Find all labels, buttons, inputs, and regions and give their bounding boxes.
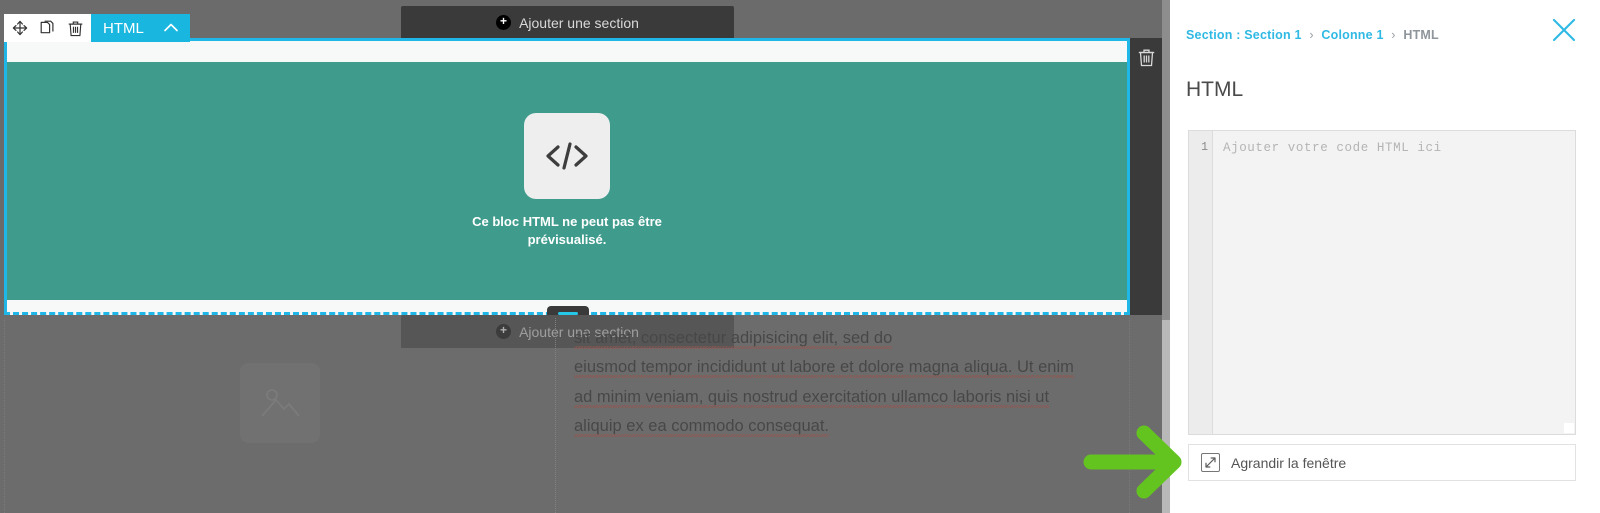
canvas-scrollbar-thumb[interactable]	[1162, 0, 1170, 320]
paragraph-line-text: aliquip ex ea commodo consequat.	[574, 417, 829, 436]
trash-icon[interactable]	[1138, 48, 1155, 72]
settings-panel[interactable]: Section : Section 1 › Colonne 1 › HTML H…	[1170, 0, 1600, 513]
image-column[interactable]	[5, 318, 556, 513]
paragraph-line: eiusmod tempor incididunt ut labore et d…	[574, 353, 1099, 382]
element-toolbar-icons[interactable]	[4, 14, 91, 42]
editor-resize-handle[interactable]	[1564, 423, 1574, 433]
selected-html-section[interactable]: Ce bloc HTML ne peut pas être prévisuali…	[4, 38, 1130, 315]
element-type-tab[interactable]: HTML	[91, 14, 190, 42]
section-action-rail[interactable]	[1130, 38, 1162, 315]
panel-title: HTML	[1186, 78, 1244, 101]
text-column[interactable]: sit amet, consectetur adipisicing elit, …	[556, 318, 1129, 513]
breadcrumb-current: HTML	[1403, 28, 1439, 42]
breadcrumb-section-link[interactable]: Section : Section 1	[1186, 28, 1302, 42]
duplicate-icon[interactable]	[40, 20, 56, 37]
move-icon[interactable]	[12, 20, 28, 36]
expand-icon	[1201, 453, 1220, 472]
html-block-message: Ce bloc HTML ne peut pas être prévisuali…	[472, 214, 662, 247]
image-placeholder-icon	[240, 362, 320, 443]
expand-window-button[interactable]: Agrandir la fenêtre	[1188, 444, 1576, 481]
paragraph-line-text: sit amet, consectetur adipisicing elit, …	[574, 329, 893, 347]
paragraph-line-text: ad minim veniam, quis nostrud exercitati…	[574, 387, 1050, 406]
plus-icon: +	[496, 15, 512, 30]
breadcrumb: Section : Section 1 › Colonne 1 › HTML	[1186, 28, 1439, 42]
html-block[interactable]: Ce bloc HTML ne peut pas être prévisuali…	[7, 62, 1127, 300]
html-code-editor[interactable]: 1 Ajouter votre code HTML ici	[1188, 130, 1576, 435]
breadcrumb-separator: ›	[1391, 28, 1396, 42]
lower-section[interactable]: sit amet, consectetur adipisicing elit, …	[4, 318, 1130, 513]
chevron-up-icon[interactable]	[164, 21, 178, 35]
code-input[interactable]: Ajouter votre code HTML ici	[1213, 131, 1575, 434]
editor-canvas[interactable]: + Ajouter une section Ce bloc HTML ne pe…	[0, 0, 1170, 513]
trash-icon[interactable]	[68, 20, 83, 37]
code-icon	[524, 113, 610, 200]
element-type-label: HTML	[103, 19, 144, 37]
canvas-scrollbar[interactable]	[1162, 0, 1170, 513]
breadcrumb-column-link[interactable]: Colonne 1	[1321, 28, 1383, 42]
expand-window-label: Agrandir la fenêtre	[1231, 454, 1347, 471]
paragraph-line: aliquip ex ea commodo consequat.	[574, 412, 1099, 441]
paragraph-line: ad minim veniam, quis nostrud exercitati…	[574, 383, 1099, 412]
html-block-placeholder: Ce bloc HTML ne peut pas être prévisuali…	[442, 101, 692, 261]
breadcrumb-separator: ›	[1309, 28, 1314, 42]
editor-line-numbers: 1	[1189, 131, 1213, 434]
paragraph-line: sit amet, consectetur adipisicing elit, …	[574, 324, 1099, 353]
paragraph-line-text: eiusmod tempor incididunt ut labore et d…	[574, 358, 1074, 377]
close-icon[interactable]	[1550, 16, 1578, 44]
add-section-label-top: Ajouter une section	[519, 14, 639, 31]
add-section-button-top[interactable]: + Ajouter une section	[401, 6, 734, 39]
element-toolbar[interactable]: HTML	[4, 14, 190, 42]
